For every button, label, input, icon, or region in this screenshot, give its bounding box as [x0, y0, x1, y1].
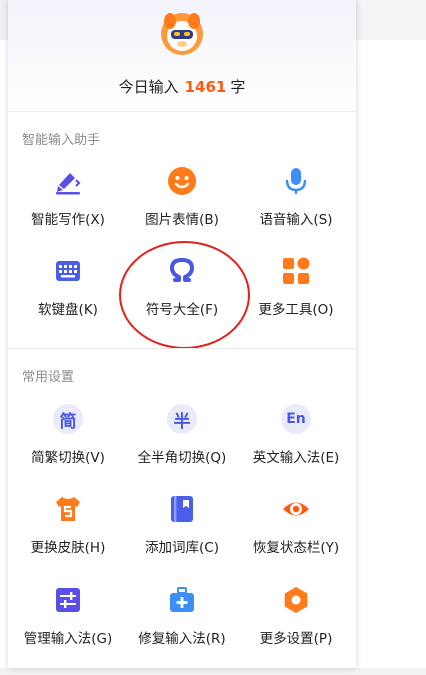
simplified-icon-text: 简 — [53, 404, 83, 434]
pen-icon — [53, 166, 83, 196]
full-half-label: 全半角切换(Q) — [137, 450, 227, 466]
voice-input-button[interactable]: 语音输入(S) — [238, 166, 354, 238]
voice-input-label: 语音输入(S) — [259, 212, 333, 228]
english-method-label: 英文输入法(E) — [252, 450, 340, 466]
half-width-icon: 半 — [167, 404, 197, 434]
toolbox-icon — [167, 585, 197, 615]
more-settings-button[interactable]: 更多设置(P) — [238, 585, 354, 657]
smart-write-button[interactable]: 智能写作(X) — [10, 166, 126, 238]
today-suffix: 字 — [230, 78, 246, 96]
english-icon: En — [281, 404, 311, 434]
eye-icon — [281, 494, 311, 524]
simp-trad-label: 简繁切换(V) — [31, 450, 105, 466]
add-lexicon-button[interactable]: 添加词库(C) — [124, 494, 240, 566]
sliders-icon — [53, 585, 83, 615]
add-lexicon-label: 添加词库(C) — [145, 540, 219, 556]
english-icon-text: En — [281, 404, 311, 434]
microphone-icon — [281, 166, 311, 196]
keyboard-icon — [53, 256, 83, 286]
manage-methods-button[interactable]: 管理输入法(G) — [10, 585, 126, 657]
restore-statusbar-label: 恢复状态栏(Y) — [252, 540, 340, 556]
change-skin-button[interactable]: 更换皮肤(H) — [10, 494, 126, 566]
more-tools-label: 更多工具(O) — [258, 302, 334, 318]
highlight-circle-annotation — [119, 241, 250, 349]
simplified-icon: 简 — [53, 404, 83, 434]
half-width-icon-text: 半 — [167, 404, 197, 434]
image-emoji-button[interactable]: 图片表情(B) — [124, 166, 240, 238]
repair-method-label: 修复输入法(R) — [138, 631, 226, 647]
smile-icon — [167, 166, 197, 196]
background-strip-right — [356, 0, 426, 40]
book-icon — [167, 494, 197, 524]
more-tools-button[interactable]: 更多工具(O) — [238, 256, 354, 328]
today-prefix: 今日输入 — [118, 78, 179, 96]
ime-menu-panel: 今日输入 1461 字 智能输入助手 智能写作(X) 图片表情(B) 语音输入(… — [8, 0, 356, 668]
section-divider — [8, 348, 356, 349]
manage-methods-label: 管理输入法(G) — [23, 631, 113, 647]
section-title-assistant: 智能输入助手 — [22, 133, 101, 148]
simp-trad-button[interactable]: 简 简繁切换(V) — [10, 404, 126, 476]
shirt-icon — [53, 494, 83, 524]
more-settings-label: 更多设置(P) — [259, 631, 333, 647]
change-skin-label: 更换皮肤(H) — [30, 540, 106, 556]
restore-statusbar-button[interactable]: 恢复状态栏(Y) — [238, 494, 354, 566]
background-strip-left — [0, 0, 8, 40]
image-emoji-label: 图片表情(B) — [145, 212, 219, 228]
hexagon-gear-icon — [281, 585, 311, 615]
repair-method-button[interactable]: 修复输入法(R) — [124, 585, 240, 657]
apps-icon — [281, 256, 311, 286]
full-half-button[interactable]: 半 全半角切换(Q) — [124, 404, 240, 476]
avatar-mascot-icon[interactable] — [160, 12, 204, 56]
soft-keyboard-label: 软键盘(K) — [38, 302, 98, 318]
english-method-button[interactable]: En 英文输入法(E) — [238, 404, 354, 476]
section-title-common: 常用设置 — [22, 370, 75, 385]
menu-header: 今日输入 1461 字 — [8, 0, 356, 112]
soft-keyboard-button[interactable]: 软键盘(K) — [10, 256, 126, 328]
smart-write-label: 智能写作(X) — [31, 212, 105, 228]
background-bottom — [0, 668, 426, 675]
today-count: 1461 — [184, 78, 227, 96]
today-input-count: 今日输入 1461 字 — [8, 76, 356, 97]
